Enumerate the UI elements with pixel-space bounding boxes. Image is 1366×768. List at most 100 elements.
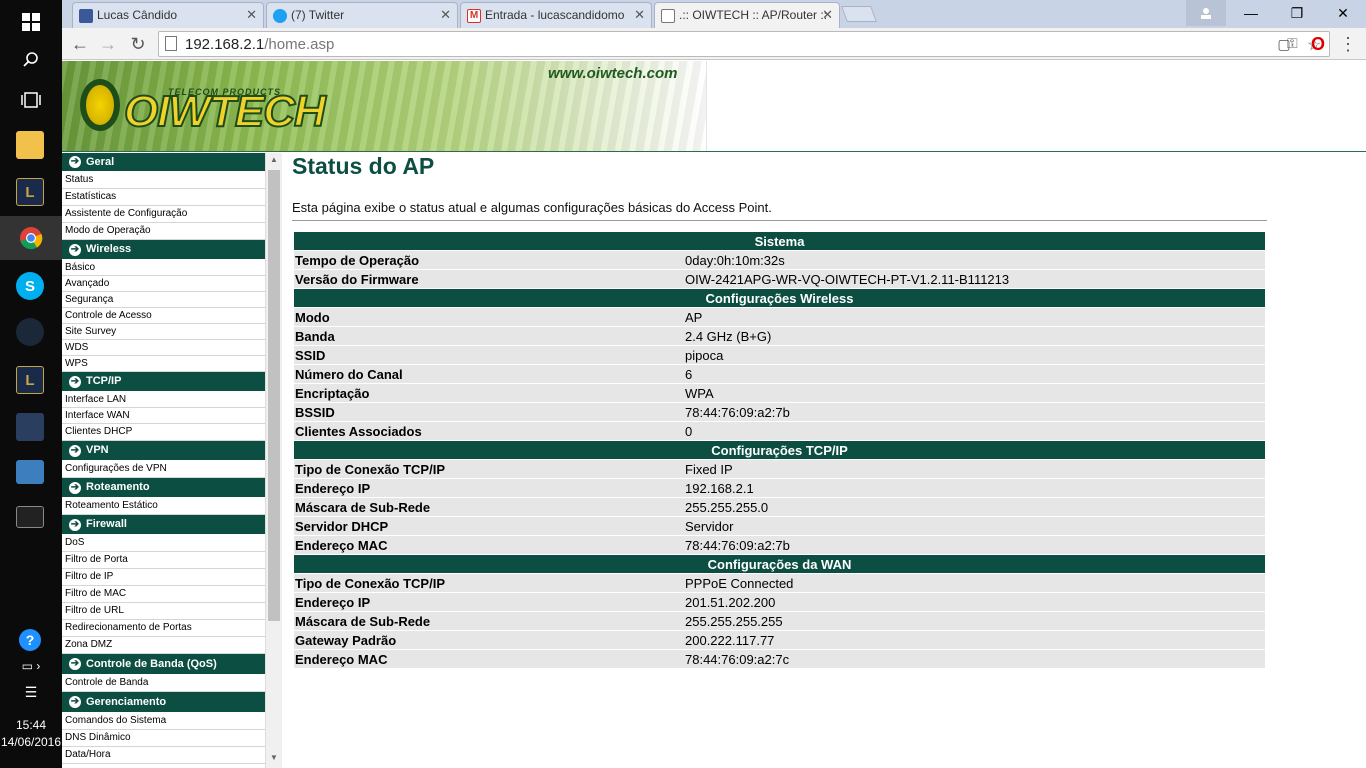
clock-time[interactable]: 15:44: [0, 718, 62, 732]
menu-item-seguranca[interactable]: Segurança: [62, 292, 265, 308]
close-icon[interactable]: ✕: [246, 7, 257, 23]
arrow-circle-icon: ➔: [69, 519, 81, 531]
table-row: Modo AP: [294, 308, 1265, 326]
tab-twitter[interactable]: (7) Twitter ✕: [266, 2, 458, 28]
menu-item-wds[interactable]: WDS: [62, 340, 265, 356]
sidebar-scrollbar[interactable]: ▲ ▼: [265, 153, 282, 768]
menu-item-controle-acesso[interactable]: Controle de Acesso: [62, 308, 265, 324]
row-value: pipoca: [684, 346, 1265, 364]
back-button[interactable]: ←: [68, 32, 92, 56]
menu-item-zona-dmz[interactable]: Zona DMZ: [62, 637, 265, 654]
menu-item-interface-wan[interactable]: Interface WAN: [62, 408, 265, 424]
menu-section-wireless[interactable]: ➔ Wireless: [62, 240, 265, 260]
menu-item-filtro-mac[interactable]: Filtro de MAC: [62, 586, 265, 603]
skype-icon[interactable]: S: [16, 272, 44, 300]
site-url: www.oiwtech.com: [548, 65, 678, 82]
menu-item-comandos-sistema[interactable]: Comandos do Sistema: [62, 713, 265, 730]
menu-section-qos[interactable]: ➔ Controle de Banda (QoS): [62, 654, 265, 675]
menu-section-title: VPN: [86, 444, 109, 456]
arrow-circle-icon: ➔: [69, 482, 81, 494]
table-row: Endereço MAC 78:44:76:09:a2:7b: [294, 536, 1265, 554]
menu-section-geral[interactable]: ➔ Geral: [62, 153, 265, 172]
menu-section-firewall[interactable]: ➔ Firewall: [62, 515, 265, 535]
menu-item-data-hora[interactable]: Data/Hora: [62, 747, 265, 764]
app-icon[interactable]: [16, 413, 44, 441]
table-row: Número do Canal 6: [294, 365, 1265, 383]
menu-item-wps[interactable]: WPS: [62, 356, 265, 372]
menu-item-dns-dinamico[interactable]: DNS Dinâmico: [62, 730, 265, 747]
windows-taskbar: L S L ? ▭ › ☰ 15:44 14/06/2016: [0, 0, 62, 768]
menu-item-assistente[interactable]: Assistente de Configuração: [62, 206, 265, 223]
remote-desktop-icon[interactable]: [16, 460, 44, 484]
close-icon[interactable]: ✕: [822, 7, 833, 23]
row-value: 0day:0h:10m:32s: [684, 251, 1265, 269]
notifications-icon[interactable]: ☰: [0, 672, 62, 712]
tab-oiwtech[interactable]: .:: OIWTECH :: AP/Router :: ✕: [654, 2, 840, 29]
menu-item-redirecionamento-portas[interactable]: Redirecionamento de Portas: [62, 620, 265, 637]
file-explorer-icon[interactable]: [16, 131, 44, 159]
menu-item-clientes-dhcp[interactable]: Clientes DHCP: [62, 424, 265, 441]
menu-item-filtro-ip[interactable]: Filtro de IP: [62, 569, 265, 586]
scroll-down-icon[interactable]: ▼: [269, 753, 279, 765]
reload-button[interactable]: ↻: [126, 32, 150, 56]
page-title: Status do AP: [292, 153, 435, 179]
menu-item-config-vpn[interactable]: Configurações de VPN: [62, 461, 265, 478]
row-value: 200.222.117.77: [684, 631, 1265, 649]
steam-icon[interactable]: [16, 318, 44, 346]
task-view-icon[interactable]: [0, 78, 62, 122]
close-icon[interactable]: ✕: [440, 7, 451, 23]
menu-item-avancado[interactable]: Avançado: [62, 276, 265, 292]
menu-item-roteamento-estatico[interactable]: Roteamento Estático: [62, 498, 265, 515]
menu-section-title: Roteamento: [86, 481, 150, 493]
menu-item-basico[interactable]: Básico: [62, 260, 265, 276]
menu-item-dos[interactable]: DoS: [62, 535, 265, 552]
scroll-up-icon[interactable]: ▲: [269, 155, 279, 167]
menu-section-gerenciamento[interactable]: ➔ Gerenciamento: [62, 692, 265, 713]
table-row: SSID pipoca: [294, 346, 1265, 364]
restore-button[interactable]: ❐: [1274, 0, 1320, 26]
terminal-icon[interactable]: [16, 506, 44, 528]
new-tab-button[interactable]: [841, 6, 877, 22]
minimize-button[interactable]: —: [1228, 0, 1274, 26]
row-value: 2.4 GHz (B+G): [684, 327, 1265, 345]
menu-section-tcpip[interactable]: ➔ TCP/IP: [62, 372, 265, 392]
menu-icon[interactable]: ⋮: [1336, 32, 1360, 56]
arrow-circle-icon: ➔: [69, 696, 81, 708]
url-text[interactable]: 192.168.2.1/home.asp: [185, 36, 334, 53]
row-value: 201.51.202.200: [684, 593, 1265, 611]
menu-section-vpn[interactable]: ➔ VPN: [62, 441, 265, 461]
league-of-legends-icon[interactable]: L: [16, 178, 44, 206]
menu-item-estatisticas[interactable]: Estatísticas: [62, 189, 265, 206]
menu-item-site-survey[interactable]: Site Survey: [62, 324, 265, 340]
menu-item-filtro-porta[interactable]: Filtro de Porta: [62, 552, 265, 569]
section-header-wireless: Configurações Wireless: [294, 289, 1265, 307]
opera-icon[interactable]: O: [1306, 32, 1330, 56]
search-icon[interactable]: [0, 38, 62, 82]
close-window-button[interactable]: ✕: [1320, 0, 1366, 26]
table-row: Endereço IP 192.168.2.1: [294, 479, 1265, 497]
menu-item-controle-banda[interactable]: Controle de Banda: [62, 675, 265, 692]
close-icon[interactable]: ✕: [634, 7, 645, 23]
address-bar[interactable]: 192.168.2.1/home.asp ⚿ ☆: [158, 31, 1330, 57]
menu-item-status[interactable]: Status: [62, 172, 265, 189]
menu-section-roteamento[interactable]: ➔ Roteamento: [62, 478, 265, 498]
scrollbar-thumb[interactable]: [268, 170, 280, 621]
table-row: Gateway Padrão 200.222.117.77: [294, 631, 1265, 649]
url-host: 192.168.2.1: [185, 36, 265, 53]
menu-item-filtro-url[interactable]: Filtro de URL: [62, 603, 265, 620]
clock-date[interactable]: 14/06/2016: [0, 735, 62, 749]
menu-item-modo-operacao[interactable]: Modo de Operação: [62, 223, 265, 240]
menu-item-interface-lan[interactable]: Interface LAN: [62, 392, 265, 408]
league-of-legends-icon-2[interactable]: L: [16, 366, 44, 394]
tab-gmail[interactable]: M Entrada - lucascandidomo ✕: [460, 2, 652, 28]
row-value: WPA: [684, 384, 1265, 402]
chrome-icon[interactable]: [0, 216, 62, 260]
extension-icon[interactable]: ▢: [1272, 32, 1296, 56]
row-label: Banda: [294, 327, 684, 345]
facebook-icon: [79, 9, 93, 23]
arrow-circle-icon: ➔: [69, 658, 81, 670]
user-profile-icon[interactable]: [1186, 0, 1226, 26]
banner: www.oiwtech.com TELECOM PRODUCTS OIWTECH: [62, 61, 706, 151]
forward-button[interactable]: →: [96, 32, 120, 56]
tab-facebook[interactable]: Lucas Cândido ✕: [72, 2, 264, 28]
